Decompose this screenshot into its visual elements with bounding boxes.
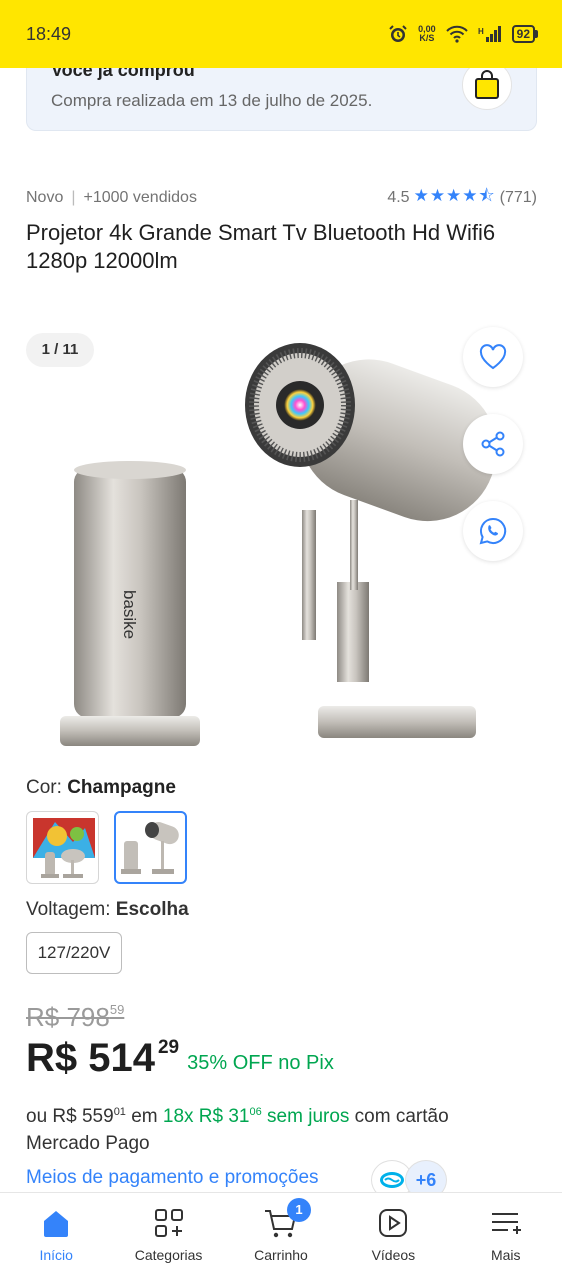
- image-gallery[interactable]: basike 1 / 11: [0, 300, 562, 760]
- categories-icon: [154, 1209, 183, 1237]
- separator: |: [71, 188, 76, 206]
- battery-icon: 92: [511, 25, 538, 43]
- product-meta: Novo | +1000 vendidos 4.5 ★★★★⯪ (771): [26, 183, 537, 212]
- pix-discount: 35% OFF no Pix: [187, 1052, 334, 1074]
- installments-info: ou R$ 55901 em 18x R$ 3106 sem juros com…: [26, 1106, 449, 1154]
- svg-text:H: H: [478, 27, 484, 36]
- voltage-value: Escolha: [115, 899, 189, 920]
- original-price: R$ 79859: [26, 1002, 125, 1032]
- color-swatch-champagne[interactable]: [114, 811, 187, 884]
- condition: Novo: [26, 188, 64, 206]
- nav-more-label: Mais: [490, 1247, 521, 1263]
- sold-count: +1000 vendidos: [83, 188, 197, 206]
- voltage-label: Voltagem: Escolha: [26, 899, 189, 920]
- wifi-icon: [445, 25, 468, 43]
- share-icon: [481, 431, 505, 457]
- alarm-icon: [389, 25, 407, 42]
- whatsapp-icon: [479, 517, 507, 545]
- heart-icon: [479, 344, 507, 370]
- price-row: R$ 514 29 35% OFF no Pix: [26, 1036, 334, 1081]
- nav-cart[interactable]: 1 Carrinho: [225, 1193, 337, 1280]
- image-counter: 1 / 11: [26, 333, 94, 367]
- review-count: (771): [499, 188, 537, 206]
- cart-badge: 1: [286, 1198, 311, 1222]
- payment-methods-link[interactable]: Meios de pagamento e promoções: [26, 1167, 319, 1189]
- voltage-option-127-220[interactable]: 127/220V: [26, 932, 122, 974]
- brand-text: basike: [120, 590, 139, 639]
- nav-home[interactable]: Início: [0, 1193, 112, 1280]
- nav-home-label: Início: [39, 1247, 73, 1263]
- home-icon: [44, 1211, 69, 1237]
- nav-categories[interactable]: Categorias: [113, 1193, 225, 1280]
- rating-value: 4.5: [387, 188, 410, 206]
- nav-videos[interactable]: Vídeos: [337, 1193, 449, 1280]
- current-price: R$ 514 29: [26, 1036, 180, 1080]
- color-swatch-colorful[interactable]: [26, 811, 99, 884]
- condition-sold: Novo | +1000 vendidos: [26, 189, 197, 207]
- purchase-date: Compra realizada em 13 de julho de 2025.: [51, 91, 373, 110]
- menu-icon: [491, 1213, 521, 1234]
- share-button[interactable]: [463, 414, 523, 474]
- network-speed-fg: 0,00 K/S: [418, 24, 436, 43]
- signal-icon: H: [478, 26, 501, 42]
- status-time-fg: 18:49: [26, 23, 72, 44]
- status-icons-fg: 0,00 K/S H 92: [388, 24, 538, 44]
- whatsapp-button[interactable]: [463, 501, 523, 561]
- product-image: basike: [60, 343, 497, 746]
- nav-videos-label: Vídeos: [371, 1247, 416, 1263]
- favorite-button[interactable]: [463, 327, 523, 387]
- nav-more[interactable]: Mais: [450, 1193, 562, 1280]
- color-value: Champagne: [67, 777, 176, 798]
- rating[interactable]: 4.5 ★★★★⯪ (771): [387, 183, 537, 212]
- bottom-navigation: Início Categorias 1 Carrinho Vídeos Mais: [0, 1192, 562, 1280]
- star-icons: ★★★★⯪: [413, 186, 496, 205]
- nav-categories-label: Categorias: [134, 1247, 203, 1263]
- product-title: Projetor 4k Grande Smart Tv Bluetooth Hd…: [26, 220, 496, 273]
- video-icon: [379, 1209, 408, 1237]
- nav-cart-label: Carrinho: [254, 1247, 308, 1263]
- color-label: Cor: Champagne: [26, 777, 176, 798]
- status-bar-foreground: 18:49 0,00 K/S H 92: [0, 0, 562, 68]
